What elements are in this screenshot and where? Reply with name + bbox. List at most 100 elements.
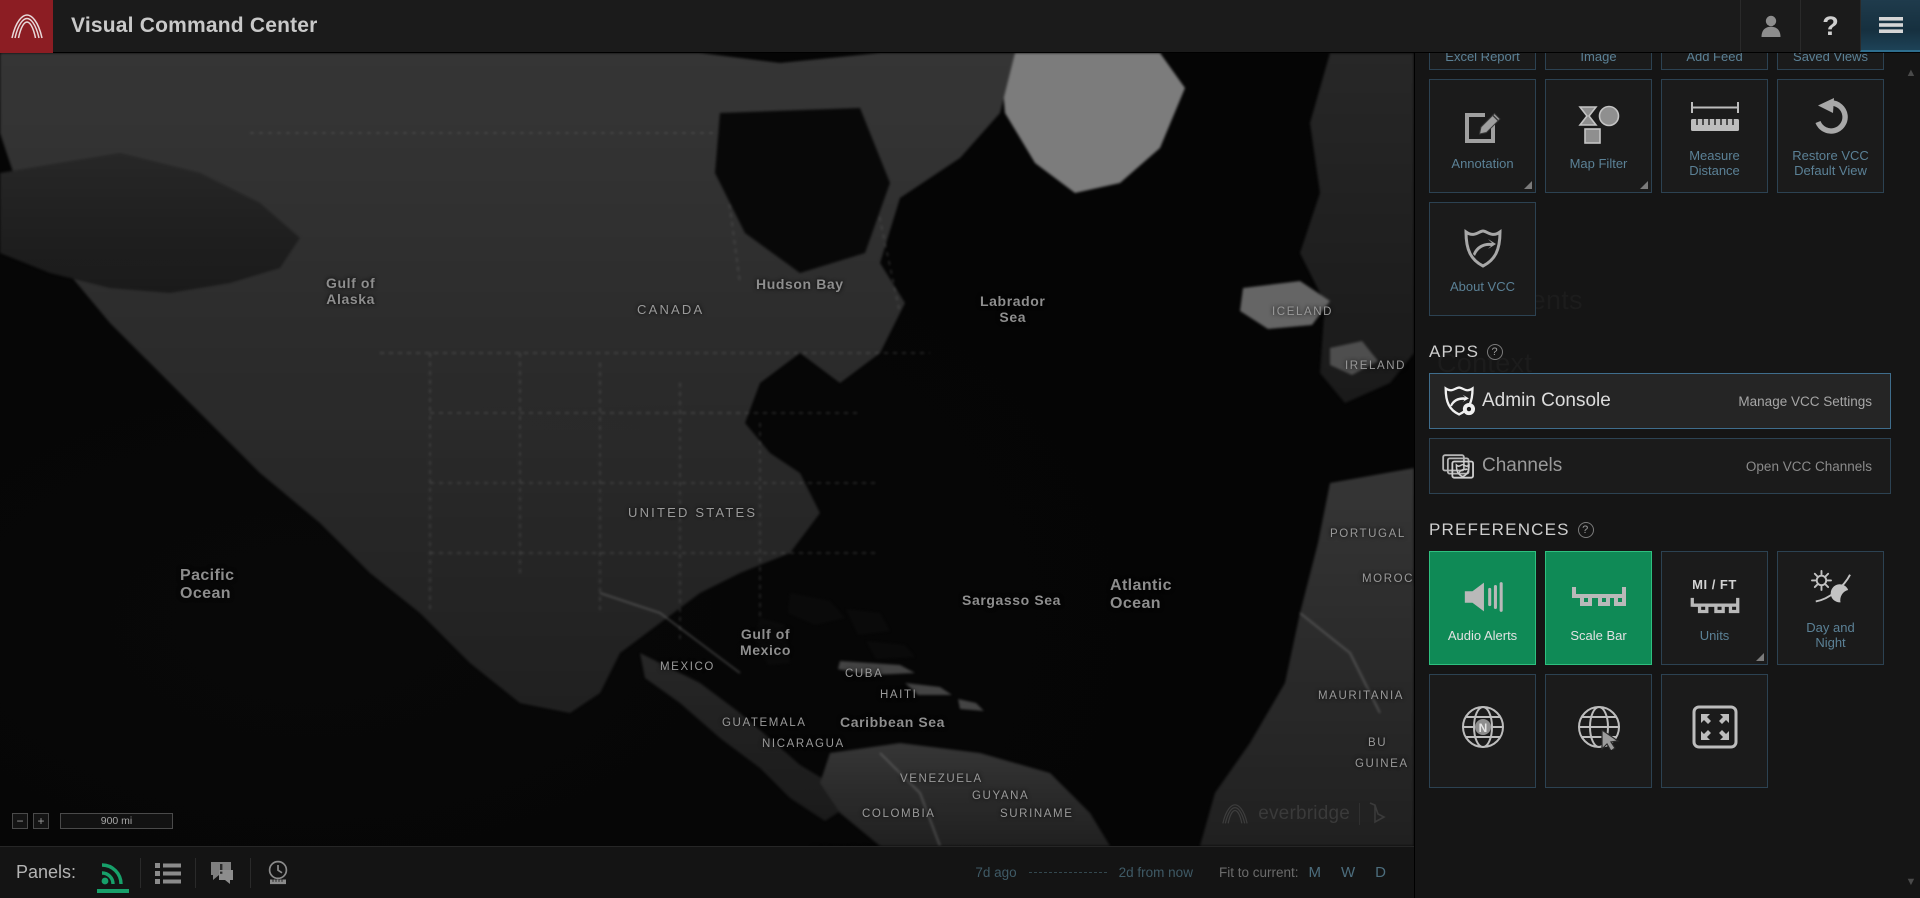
units-icon: MI / FT — [1690, 574, 1740, 620]
user-account-button[interactable] — [1740, 0, 1800, 52]
preferences-grid: Audio Alerts Scale Bar MI / FT Units Day… — [1429, 551, 1891, 788]
hamburger-menu-icon — [1878, 15, 1904, 35]
tool-measure-distance[interactable]: Measure Distance — [1661, 79, 1768, 193]
everbridge-watermark: everbridge — [1221, 802, 1386, 826]
tool-label: Measure Distance — [1689, 148, 1740, 178]
fit-unit-month[interactable]: M — [1298, 864, 1331, 881]
apps-heading: APPS — [1429, 342, 1480, 361]
panel-messages-button[interactable] — [196, 847, 250, 898]
pref-globe-pan[interactable] — [1545, 674, 1652, 788]
tool-label: About VCC — [1449, 278, 1516, 294]
rss-feed-icon — [100, 860, 126, 886]
user-icon — [1760, 14, 1782, 38]
tool-label: Map Filter — [1569, 155, 1628, 171]
app-description: Open VCC Channels — [1745, 458, 1872, 474]
clock-ruler-icon — [265, 860, 291, 886]
zoom-out-button[interactable]: − — [12, 813, 28, 829]
fit-to-current-label: Fit to current: — [1218, 865, 1299, 880]
map-canvas[interactable]: ICELAND IRELAND Gulf of Alaska CANADA Hu… — [0, 53, 1414, 846]
app-name: Admin Console — [1482, 390, 1611, 411]
tool-add-feed[interactable]: Add Feed — [1661, 53, 1768, 70]
preferences-section-header: PREFERENCES ? — [1429, 520, 1891, 540]
pref-label: Day and Night — [1806, 620, 1855, 650]
zoom-in-button[interactable]: + — [33, 813, 49, 829]
panel-list-button[interactable] — [141, 847, 195, 898]
expand-corner-icon[interactable] — [1524, 181, 1532, 189]
channels-stack-icon — [1442, 450, 1482, 482]
active-panel-indicator — [97, 888, 130, 893]
sidebar-top-tools: Excel Report Export Map Image Add Feed S… — [1429, 53, 1891, 70]
app-row-channels[interactable]: Channels Open VCC Channels — [1429, 438, 1891, 494]
tool-label: Restore VCC Default View — [1792, 148, 1869, 178]
panel-feed-button[interactable] — [86, 847, 140, 898]
fit-unit-day[interactable]: D — [1365, 864, 1396, 881]
app-row-admin-console[interactable]: Admin Console Manage VCC Settings — [1429, 373, 1891, 429]
ruler-icon — [1689, 94, 1741, 140]
chat-alert-icon — [209, 861, 237, 885]
pref-scale-bar[interactable]: Scale Bar — [1545, 551, 1652, 665]
pref-units[interactable]: MI / FT Units — [1661, 551, 1768, 665]
watermark-divider — [1359, 803, 1360, 825]
main-menu-button[interactable] — [1860, 0, 1920, 52]
pref-day-night[interactable]: Day and Night — [1777, 551, 1884, 665]
preferences-heading: PREFERENCES — [1429, 520, 1570, 539]
apps-help-icon[interactable]: ? — [1487, 344, 1504, 360]
watermark-text: everbridge — [1258, 803, 1350, 824]
vcc-shield-icon — [1461, 225, 1505, 271]
undo-arrow-icon — [1808, 94, 1854, 140]
sidebar-tools: Annotation Map Filter Measure Distance R… — [1429, 79, 1891, 316]
tool-label: Add Feed — [1686, 53, 1743, 64]
app-description: Manage VCC Settings — [1738, 393, 1872, 409]
globe-north-icon: N — [1460, 704, 1506, 750]
expand-corner-icon[interactable] — [1756, 653, 1764, 661]
svg-text:N: N — [1478, 721, 1487, 735]
everbridge-logo-icon[interactable] — [0, 0, 53, 53]
preferences-help-icon[interactable]: ? — [1577, 522, 1594, 538]
tool-excel-report[interactable]: Excel Report — [1429, 53, 1536, 70]
tool-annotation[interactable]: Annotation — [1429, 79, 1536, 193]
tool-label: Annotation — [1451, 155, 1514, 171]
shield-gear-icon — [1442, 384, 1482, 418]
bing-maps-icon — [1369, 802, 1386, 826]
pref-fullscreen[interactable] — [1661, 674, 1768, 788]
tool-restore-default-view[interactable]: Restore VCC Default View — [1777, 79, 1884, 193]
timeline-end-label: 2d from now — [1118, 865, 1193, 880]
list-icon — [155, 862, 182, 884]
fit-unit-week[interactable]: W — [1331, 864, 1365, 881]
scalebar-icon — [1571, 574, 1626, 620]
panel-timeline-button[interactable] — [251, 847, 305, 898]
vcc-application: Visual Command Center ? ICELAND IRELAND … — [0, 0, 1920, 898]
sidebar-scroll-up[interactable]: ▲ — [1904, 67, 1918, 79]
tool-map-filter[interactable]: Map Filter — [1545, 79, 1652, 193]
bottom-bar: Panels: 7d ago 2d from now Fit to curren… — [0, 846, 1414, 898]
tool-export-map-image[interactable]: Export Map Image — [1545, 53, 1652, 70]
tool-label: Saved Views — [1793, 53, 1868, 64]
pref-label: Audio Alerts — [1447, 627, 1518, 643]
expand-corner-icon[interactable] — [1640, 181, 1648, 189]
help-button[interactable]: ? — [1800, 0, 1860, 52]
map-zoom-controls: − + 900 mi — [12, 813, 173, 829]
tool-label: Excel Report — [1445, 53, 1520, 64]
right-sidebar: Risk Events Context Excel Report Export … — [1414, 53, 1920, 898]
pref-label: Scale Bar — [1570, 627, 1627, 643]
fullscreen-icon — [1692, 704, 1738, 750]
sidebar-scroll-down[interactable]: ▼ — [1904, 876, 1918, 888]
globe-cursor-icon — [1576, 704, 1622, 750]
panels-label: Panels: — [16, 862, 77, 882]
map-scale-bar: 900 mi — [60, 813, 173, 829]
app-name: Channels — [1482, 455, 1563, 476]
basemap-landmasses — [0, 53, 1414, 846]
question-mark-icon: ? — [1822, 10, 1839, 41]
page-title: Visual Command Center — [71, 14, 318, 37]
timeline-track[interactable] — [1028, 872, 1107, 873]
tool-about-vcc[interactable]: About VCC — [1429, 202, 1536, 316]
sidebar-content: Excel Report Export Map Image Add Feed S… — [1415, 53, 1905, 788]
pref-audio-alerts[interactable]: Audio Alerts — [1429, 551, 1536, 665]
annotation-pencil-icon — [1462, 102, 1504, 148]
tool-saved-views[interactable]: Saved Views — [1777, 53, 1884, 70]
timeline-start-label: 7d ago — [975, 865, 1017, 880]
pref-north-up[interactable]: N — [1429, 674, 1536, 788]
apps-section-header: APPS ? — [1429, 342, 1891, 362]
app-header: Visual Command Center ? — [0, 0, 1920, 53]
header-spacer — [318, 0, 1740, 52]
